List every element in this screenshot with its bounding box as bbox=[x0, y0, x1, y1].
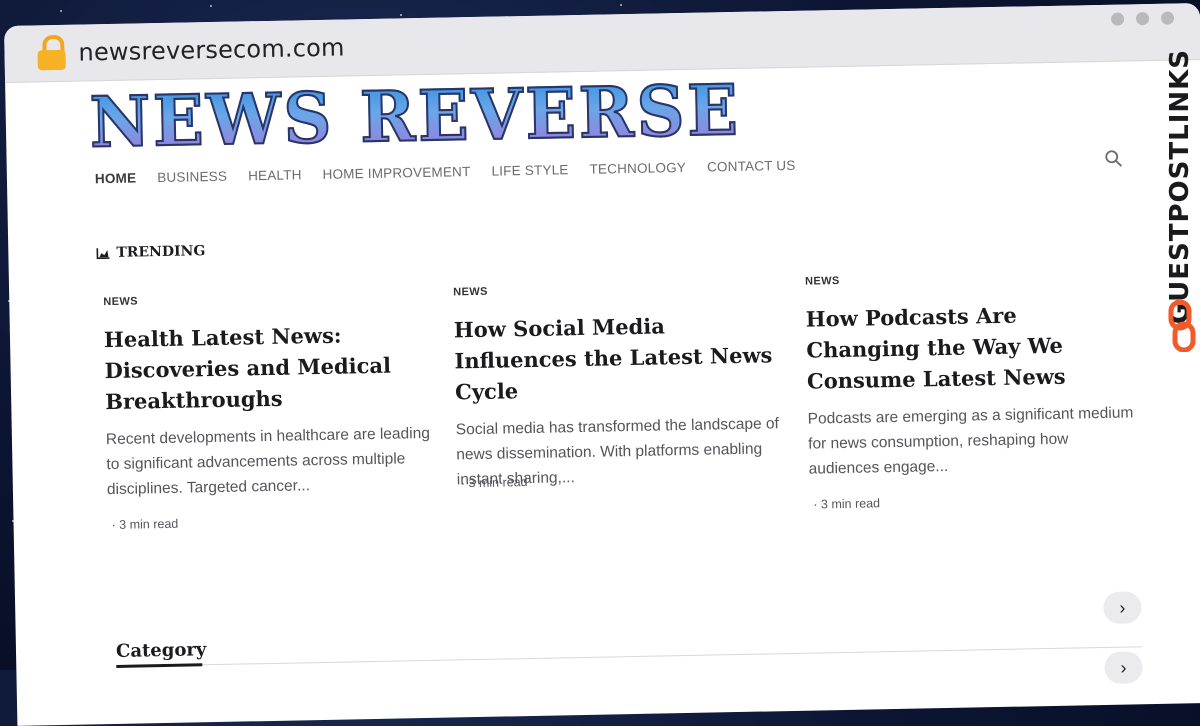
nav-item-contact-us[interactable]: CONTACT US bbox=[707, 158, 796, 175]
category-underline bbox=[116, 663, 203, 668]
lock-icon bbox=[32, 33, 73, 74]
nav-item-home[interactable]: HOME bbox=[95, 170, 137, 186]
category-heading: Category bbox=[115, 639, 207, 662]
chain-link-icon bbox=[1168, 300, 1196, 352]
trending-heading: TRENDING bbox=[96, 243, 205, 261]
read-time: · 3 min read bbox=[111, 516, 179, 533]
nav-item-business[interactable]: BUSINESS bbox=[157, 169, 227, 185]
window-controls bbox=[1110, 11, 1175, 26]
read-time: · 3 min read bbox=[460, 475, 528, 491]
nav-item-home-improvement[interactable]: HOME IMPROVEMENT bbox=[322, 164, 470, 182]
article-tag[interactable]: NEWS bbox=[103, 290, 433, 308]
page-content: NEWS REVERSE HOME BUSINESS HEALTH HOME I… bbox=[5, 60, 1200, 723]
article-card[interactable]: NEWS How Social Media Influences the Lat… bbox=[453, 280, 787, 492]
article-excerpt: Recent developments in healthcare are le… bbox=[105, 424, 431, 499]
article-tag[interactable]: NEWS bbox=[453, 280, 783, 299]
category-divider bbox=[116, 646, 1143, 667]
nav-item-life-style[interactable]: LIFE STYLE bbox=[491, 162, 568, 178]
window-dot[interactable] bbox=[1160, 11, 1175, 25]
trending-label: TRENDING bbox=[116, 243, 206, 261]
article-title[interactable]: How Social Media Influences the Latest N… bbox=[454, 308, 786, 407]
url-text[interactable]: newsreversecom.com bbox=[78, 33, 345, 66]
window-dot[interactable] bbox=[1110, 12, 1125, 26]
chevron-right-icon: › bbox=[1119, 597, 1126, 618]
article-card[interactable]: NEWS How Podcasts Are Changing the Way W… bbox=[805, 269, 1139, 481]
chevron-right-icon: › bbox=[1120, 657, 1127, 678]
search-icon[interactable] bbox=[1103, 148, 1125, 170]
nav-item-technology[interactable]: TECHNOLOGY bbox=[589, 160, 686, 177]
article-excerpt: Podcasts are emerging as a significant m… bbox=[807, 404, 1134, 478]
watermark-text: GUESTPOSTLINKS bbox=[1165, 49, 1195, 325]
window-dot[interactable] bbox=[1135, 12, 1150, 26]
carousel-next-button[interactable]: › bbox=[1103, 591, 1142, 624]
article-title[interactable]: Health Latest News: Discoveries and Medi… bbox=[104, 318, 436, 417]
browser-window: newsreversecom.com NEWS REVERSE HOME BUS… bbox=[4, 3, 1200, 726]
nav-item-health[interactable]: HEALTH bbox=[248, 167, 302, 183]
category-next-button[interactable]: › bbox=[1104, 651, 1143, 684]
site-logo[interactable]: NEWS REVERSE bbox=[88, 68, 742, 164]
read-time: · 3 min read bbox=[813, 496, 881, 512]
article-tag[interactable]: NEWS bbox=[805, 269, 1135, 288]
main-nav: HOME BUSINESS HEALTH HOME IMPROVEMENT LI… bbox=[95, 158, 796, 186]
area-chart-icon bbox=[96, 248, 110, 260]
article-title[interactable]: How Podcasts Are Changing the Way We Con… bbox=[805, 297, 1137, 396]
article-card[interactable]: NEWS Health Latest News: Discoveries and… bbox=[103, 290, 437, 502]
